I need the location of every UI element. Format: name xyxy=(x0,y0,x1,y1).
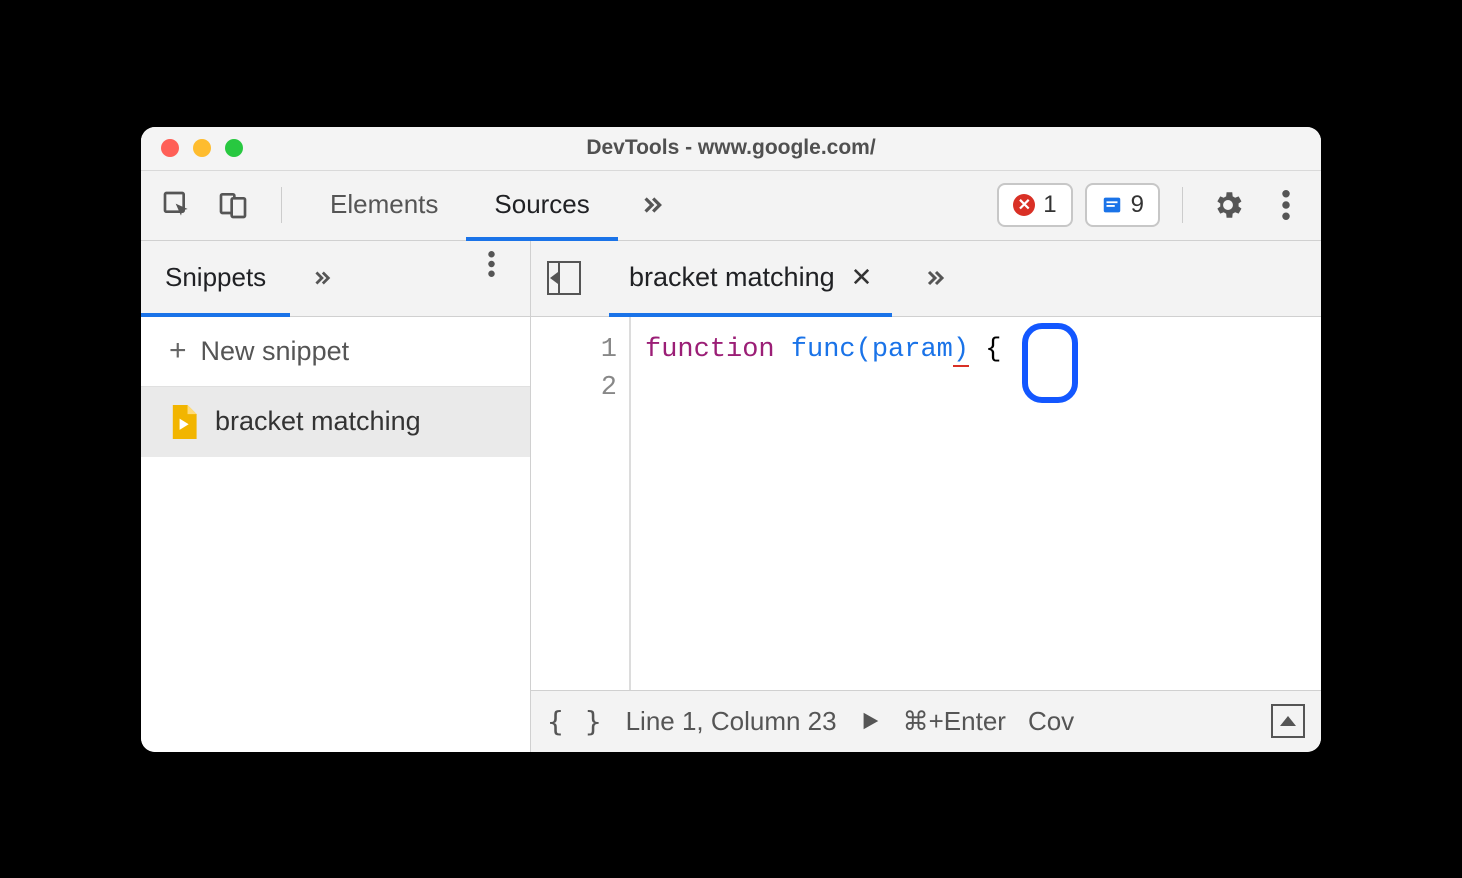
new-snippet-label: New snippet xyxy=(201,336,350,367)
token-close-paren: ) xyxy=(953,335,969,367)
line-number: 2 xyxy=(531,369,617,407)
kebab-menu-icon[interactable] xyxy=(1263,182,1309,228)
editor-tab-label: bracket matching xyxy=(629,262,835,293)
pretty-print-icon[interactable]: { } xyxy=(547,705,604,738)
expand-drawer-icon[interactable] xyxy=(1271,704,1305,738)
panel-tabs: Elements Sources xyxy=(302,171,684,240)
settings-gear-icon[interactable] xyxy=(1205,182,1251,228)
run-snippet-button[interactable] xyxy=(859,710,881,732)
navigator-sidebar: Snippets + New snippet bracket matching xyxy=(141,241,531,752)
editor-panel: bracket matching ✕ 1 2 function func(par… xyxy=(531,241,1321,752)
sidebar-tabs: Snippets xyxy=(141,241,530,317)
close-tab-icon[interactable]: ✕ xyxy=(851,262,873,293)
close-window-button[interactable] xyxy=(161,139,179,157)
panel-body: Snippets + New snippet bracket matching xyxy=(141,241,1321,752)
snippet-list-item[interactable]: bracket matching xyxy=(141,387,530,457)
device-mode-icon[interactable] xyxy=(215,187,251,223)
line-gutter: 1 2 xyxy=(531,317,631,690)
bracket-highlight-annotation xyxy=(1022,323,1078,403)
token-open-paren: ( xyxy=(856,335,872,365)
sidebar-kebab-menu-icon[interactable] xyxy=(468,241,514,287)
inspect-element-icon[interactable] xyxy=(159,187,195,223)
window-title: DevTools - www.google.com/ xyxy=(141,136,1321,160)
editor-tab-active[interactable]: bracket matching ✕ xyxy=(609,242,892,317)
line-number: 1 xyxy=(531,331,617,369)
toolbar-right: ✕ 1 9 xyxy=(997,171,1309,240)
sidebar-more-chevron-icon[interactable] xyxy=(290,241,352,316)
toolbar-left xyxy=(159,171,292,240)
zoom-window-button[interactable] xyxy=(225,139,243,157)
sidebar-tab-snippets[interactable]: Snippets xyxy=(141,242,290,317)
toggle-navigator-icon[interactable] xyxy=(547,261,581,295)
cursor-position: Line 1, Column 23 xyxy=(626,706,837,737)
tab-sources[interactable]: Sources xyxy=(466,172,617,241)
devtools-window: DevTools - www.google.com/ Elements Sour… xyxy=(141,127,1321,752)
more-tabs-chevron-icon[interactable] xyxy=(618,171,684,240)
toolbar-separator xyxy=(1182,187,1183,223)
new-snippet-button[interactable]: + New snippet xyxy=(141,317,530,387)
token-open-brace: { xyxy=(985,335,1001,365)
code-editor[interactable]: 1 2 function func(param) { xyxy=(531,317,1321,690)
snippet-name: bracket matching xyxy=(215,406,421,437)
minimize-window-button[interactable] xyxy=(193,139,211,157)
issues-badge[interactable]: 9 xyxy=(1085,183,1160,227)
titlebar: DevTools - www.google.com/ xyxy=(141,127,1321,171)
token-param: param xyxy=(872,335,953,365)
error-icon: ✕ xyxy=(1013,194,1035,216)
token-func-name: func xyxy=(791,335,856,365)
main-toolbar: Elements Sources ✕ 1 9 xyxy=(141,171,1321,241)
editor-statusbar: { } Line 1, Column 23 ⌘+Enter Cov xyxy=(531,690,1321,752)
editor-more-chevron-icon[interactable] xyxy=(902,266,966,290)
code-content[interactable]: function func(param) { xyxy=(631,317,1001,690)
tab-elements[interactable]: Elements xyxy=(302,172,466,241)
code-line: function func(param) { xyxy=(645,331,1001,369)
coverage-label[interactable]: Cov xyxy=(1028,706,1074,737)
issue-icon xyxy=(1101,194,1123,216)
editor-tabstrip: bracket matching ✕ xyxy=(531,241,1321,317)
issues-count: 9 xyxy=(1131,191,1144,219)
errors-count: 1 xyxy=(1043,191,1056,219)
toolbar-separator xyxy=(281,187,282,223)
traffic-lights xyxy=(141,139,243,157)
plus-icon: + xyxy=(169,336,187,366)
errors-badge[interactable]: ✕ 1 xyxy=(997,183,1072,227)
snippet-file-icon xyxy=(169,405,197,439)
run-shortcut: ⌘+Enter xyxy=(903,706,1006,737)
token-keyword: function xyxy=(645,335,775,365)
